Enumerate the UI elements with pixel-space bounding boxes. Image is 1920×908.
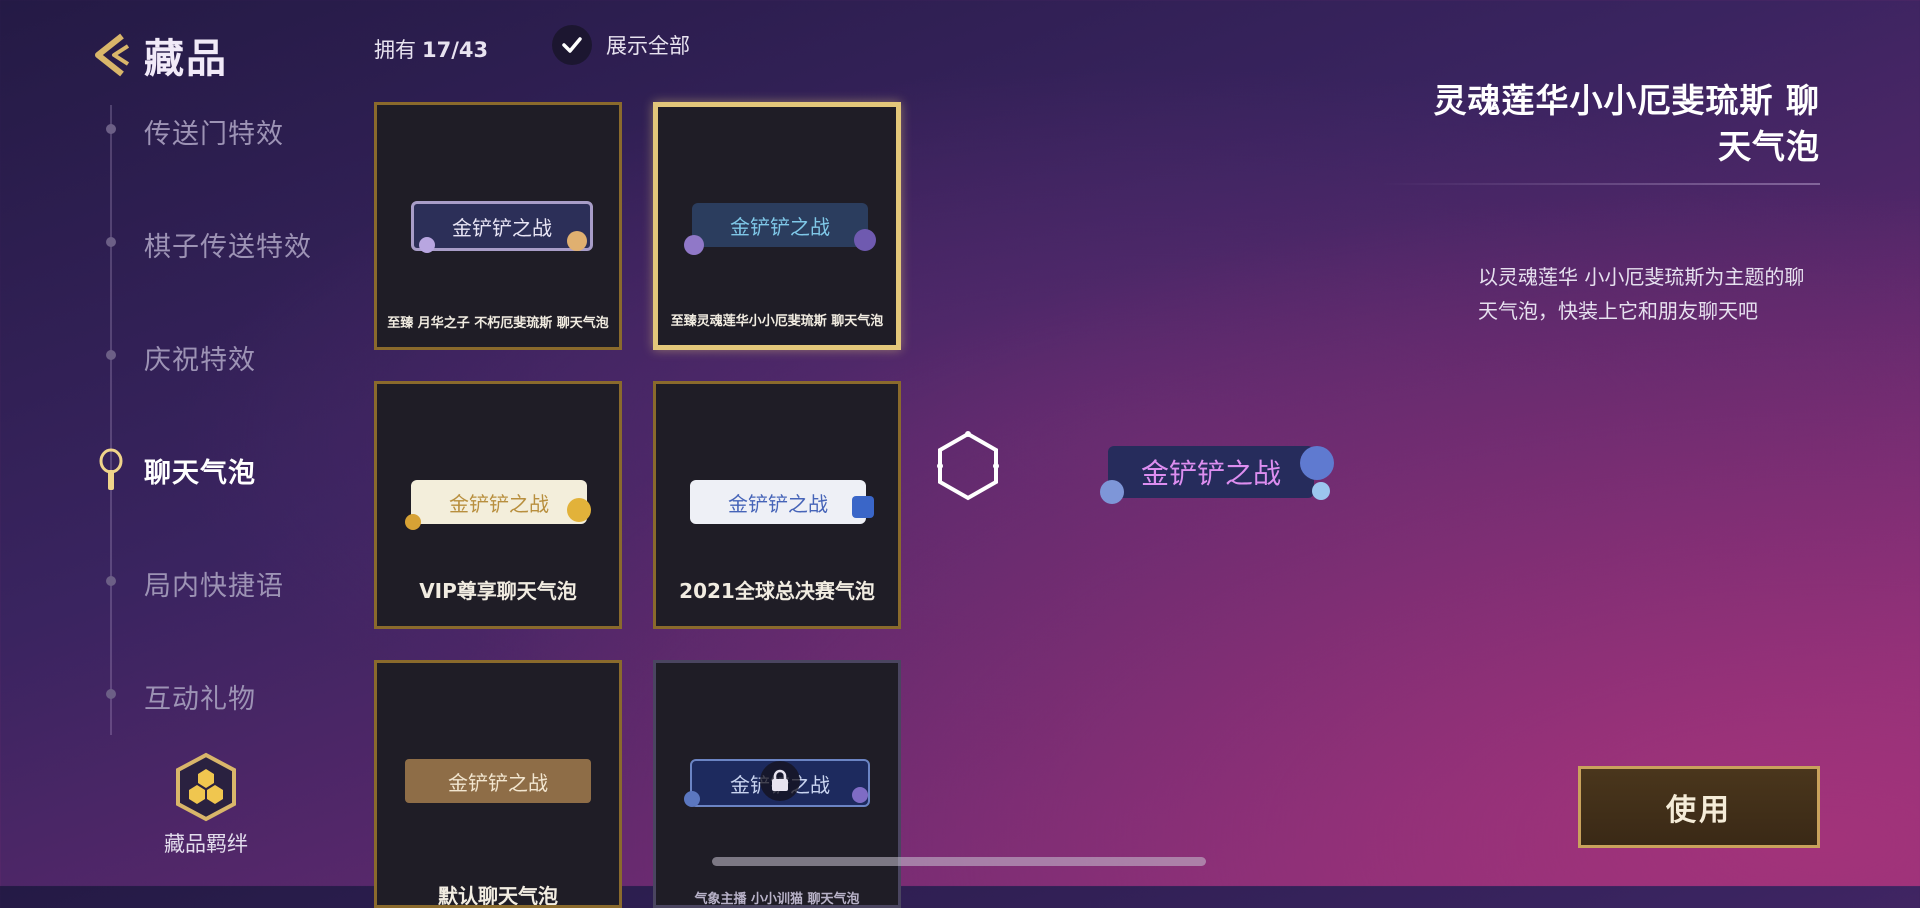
nav-track <box>110 105 112 735</box>
back-arrow-icon <box>95 33 130 77</box>
bubble-preview: 金铲铲之战 <box>690 480 866 524</box>
sparkle-decoration <box>419 237 435 253</box>
page-title: 藏品 <box>144 36 228 82</box>
chat-bubble-card[interactable]: 金铲铲之战 默认聊天气泡 <box>374 660 622 908</box>
checkmark-icon <box>562 37 582 53</box>
bubble-preview: 金铲铲之战 <box>411 480 587 524</box>
nav-dot <box>106 124 116 134</box>
moon-decoration <box>1300 446 1334 480</box>
card-name: 至臻灵魂莲华小小厄斐琉斯 聊天气泡 <box>670 314 884 329</box>
selected-bubble-preview: 金铲铲之战 <box>1108 446 1314 498</box>
card-name: 2021全球总决赛气泡 <box>679 579 875 603</box>
nav-dot <box>106 237 116 247</box>
bubble-preview: 金铲铲之战 <box>405 759 591 803</box>
nav-item-portal-effects[interactable]: 传送门特效 <box>144 112 284 151</box>
chat-bubble-card[interactable]: 金铲铲之战 2021全球总决赛气泡 <box>653 381 901 629</box>
nav-dot <box>106 576 116 586</box>
lotus-decoration <box>684 235 704 255</box>
gem-decoration <box>405 514 421 530</box>
nav-item-quick-phrases[interactable]: 局内快捷语 <box>144 564 284 603</box>
sparkle-decoration <box>1312 482 1330 500</box>
home-indicator[interactable] <box>712 857 1206 866</box>
card-name: VIP尊享聊天气泡 <box>419 579 577 603</box>
nav-item-interactive-gifts[interactable]: 互动礼物 <box>144 677 256 716</box>
lock-badge <box>760 761 800 801</box>
honeycomb-icon <box>176 752 236 822</box>
worlds-badge-icon <box>852 496 874 518</box>
item-title: 灵魂莲华小小厄斐琉斯 聊天气泡 <box>1433 81 1820 166</box>
nav-dot <box>106 350 116 360</box>
collection-bond-button[interactable]: 藏品羁绊 <box>156 752 256 858</box>
chat-bubble-card[interactable]: 金铲铲之战 VIP尊享聊天气泡 <box>374 381 622 629</box>
nav-item-celebration-effects[interactable]: 庆祝特效 <box>144 338 256 377</box>
nav-dot <box>106 689 116 699</box>
card-name: 至臻 月华之子 不朽厄斐琉斯 聊天气泡 <box>387 316 609 331</box>
owned-count: 17/43 <box>422 38 489 62</box>
collection-bond-label: 藏品羁绊 <box>164 832 248 856</box>
sparkle-decoration <box>567 231 587 251</box>
show-all-toggle[interactable]: 展示全部 <box>552 25 690 65</box>
checkbox[interactable] <box>552 25 592 65</box>
sparkle-decoration <box>852 787 868 803</box>
bubble-preview: 金铲铲之战 <box>692 203 868 247</box>
lock-icon <box>772 769 788 791</box>
shovel-marker-icon <box>99 448 123 490</box>
chat-bubble-card[interactable]: 金铲铲之战 至臻灵魂莲华小小厄斐琉斯 聊天气泡 <box>653 102 901 350</box>
bubble-preview: 金铲铲之战 <box>411 201 593 251</box>
item-description: 以灵魂莲华 小小厄斐琉斯为主题的聊天气泡，快装上它和朋友聊天吧 <box>1478 265 1805 323</box>
crown-decoration <box>567 498 591 522</box>
title-divider <box>1380 183 1820 185</box>
use-button[interactable]: 使用 <box>1578 766 1820 848</box>
chat-bubble-card[interactable]: 金铲铲之战 至臻 月华之子 不朽厄斐琉斯 聊天气泡 <box>374 102 622 350</box>
show-all-label: 展示全部 <box>606 34 690 58</box>
nav-item-chat-bubbles[interactable]: 聊天气泡 <box>144 451 256 490</box>
card-name: 默认聊天气泡 <box>438 884 558 908</box>
lotus-decoration <box>1100 480 1124 504</box>
owned-label: 拥有 <box>374 38 416 62</box>
chat-bubble-card-locked[interactable]: 金铲铲之战 气象主播 小小训猫 聊天气泡 <box>653 660 901 908</box>
sparkle-decoration <box>684 791 700 807</box>
nav-item-piece-teleport-effects[interactable]: 棋子传送特效 <box>144 225 312 264</box>
owned-counter: 拥有 17/43 <box>374 34 488 64</box>
rotate-view-icon[interactable] <box>930 428 1006 504</box>
back-button[interactable]: 藏品 <box>88 26 228 84</box>
moon-decoration <box>854 229 876 251</box>
card-name: 气象主播 小小训猫 聊天气泡 <box>694 892 860 907</box>
